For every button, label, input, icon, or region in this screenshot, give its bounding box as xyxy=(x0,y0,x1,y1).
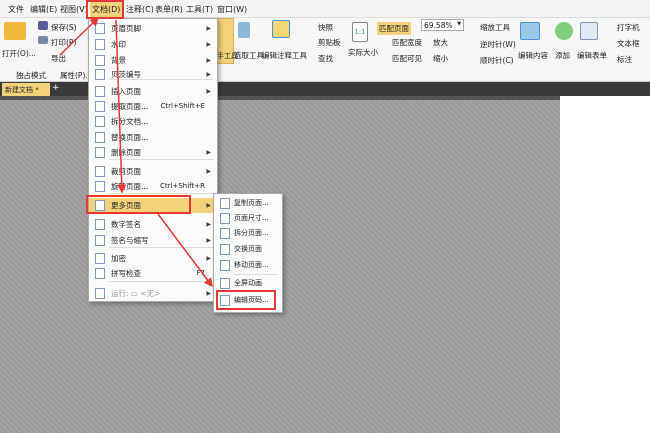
arrow xyxy=(59,16,100,56)
arrow xyxy=(115,19,127,194)
annotation-arrows xyxy=(59,16,213,288)
arrow xyxy=(157,213,213,288)
